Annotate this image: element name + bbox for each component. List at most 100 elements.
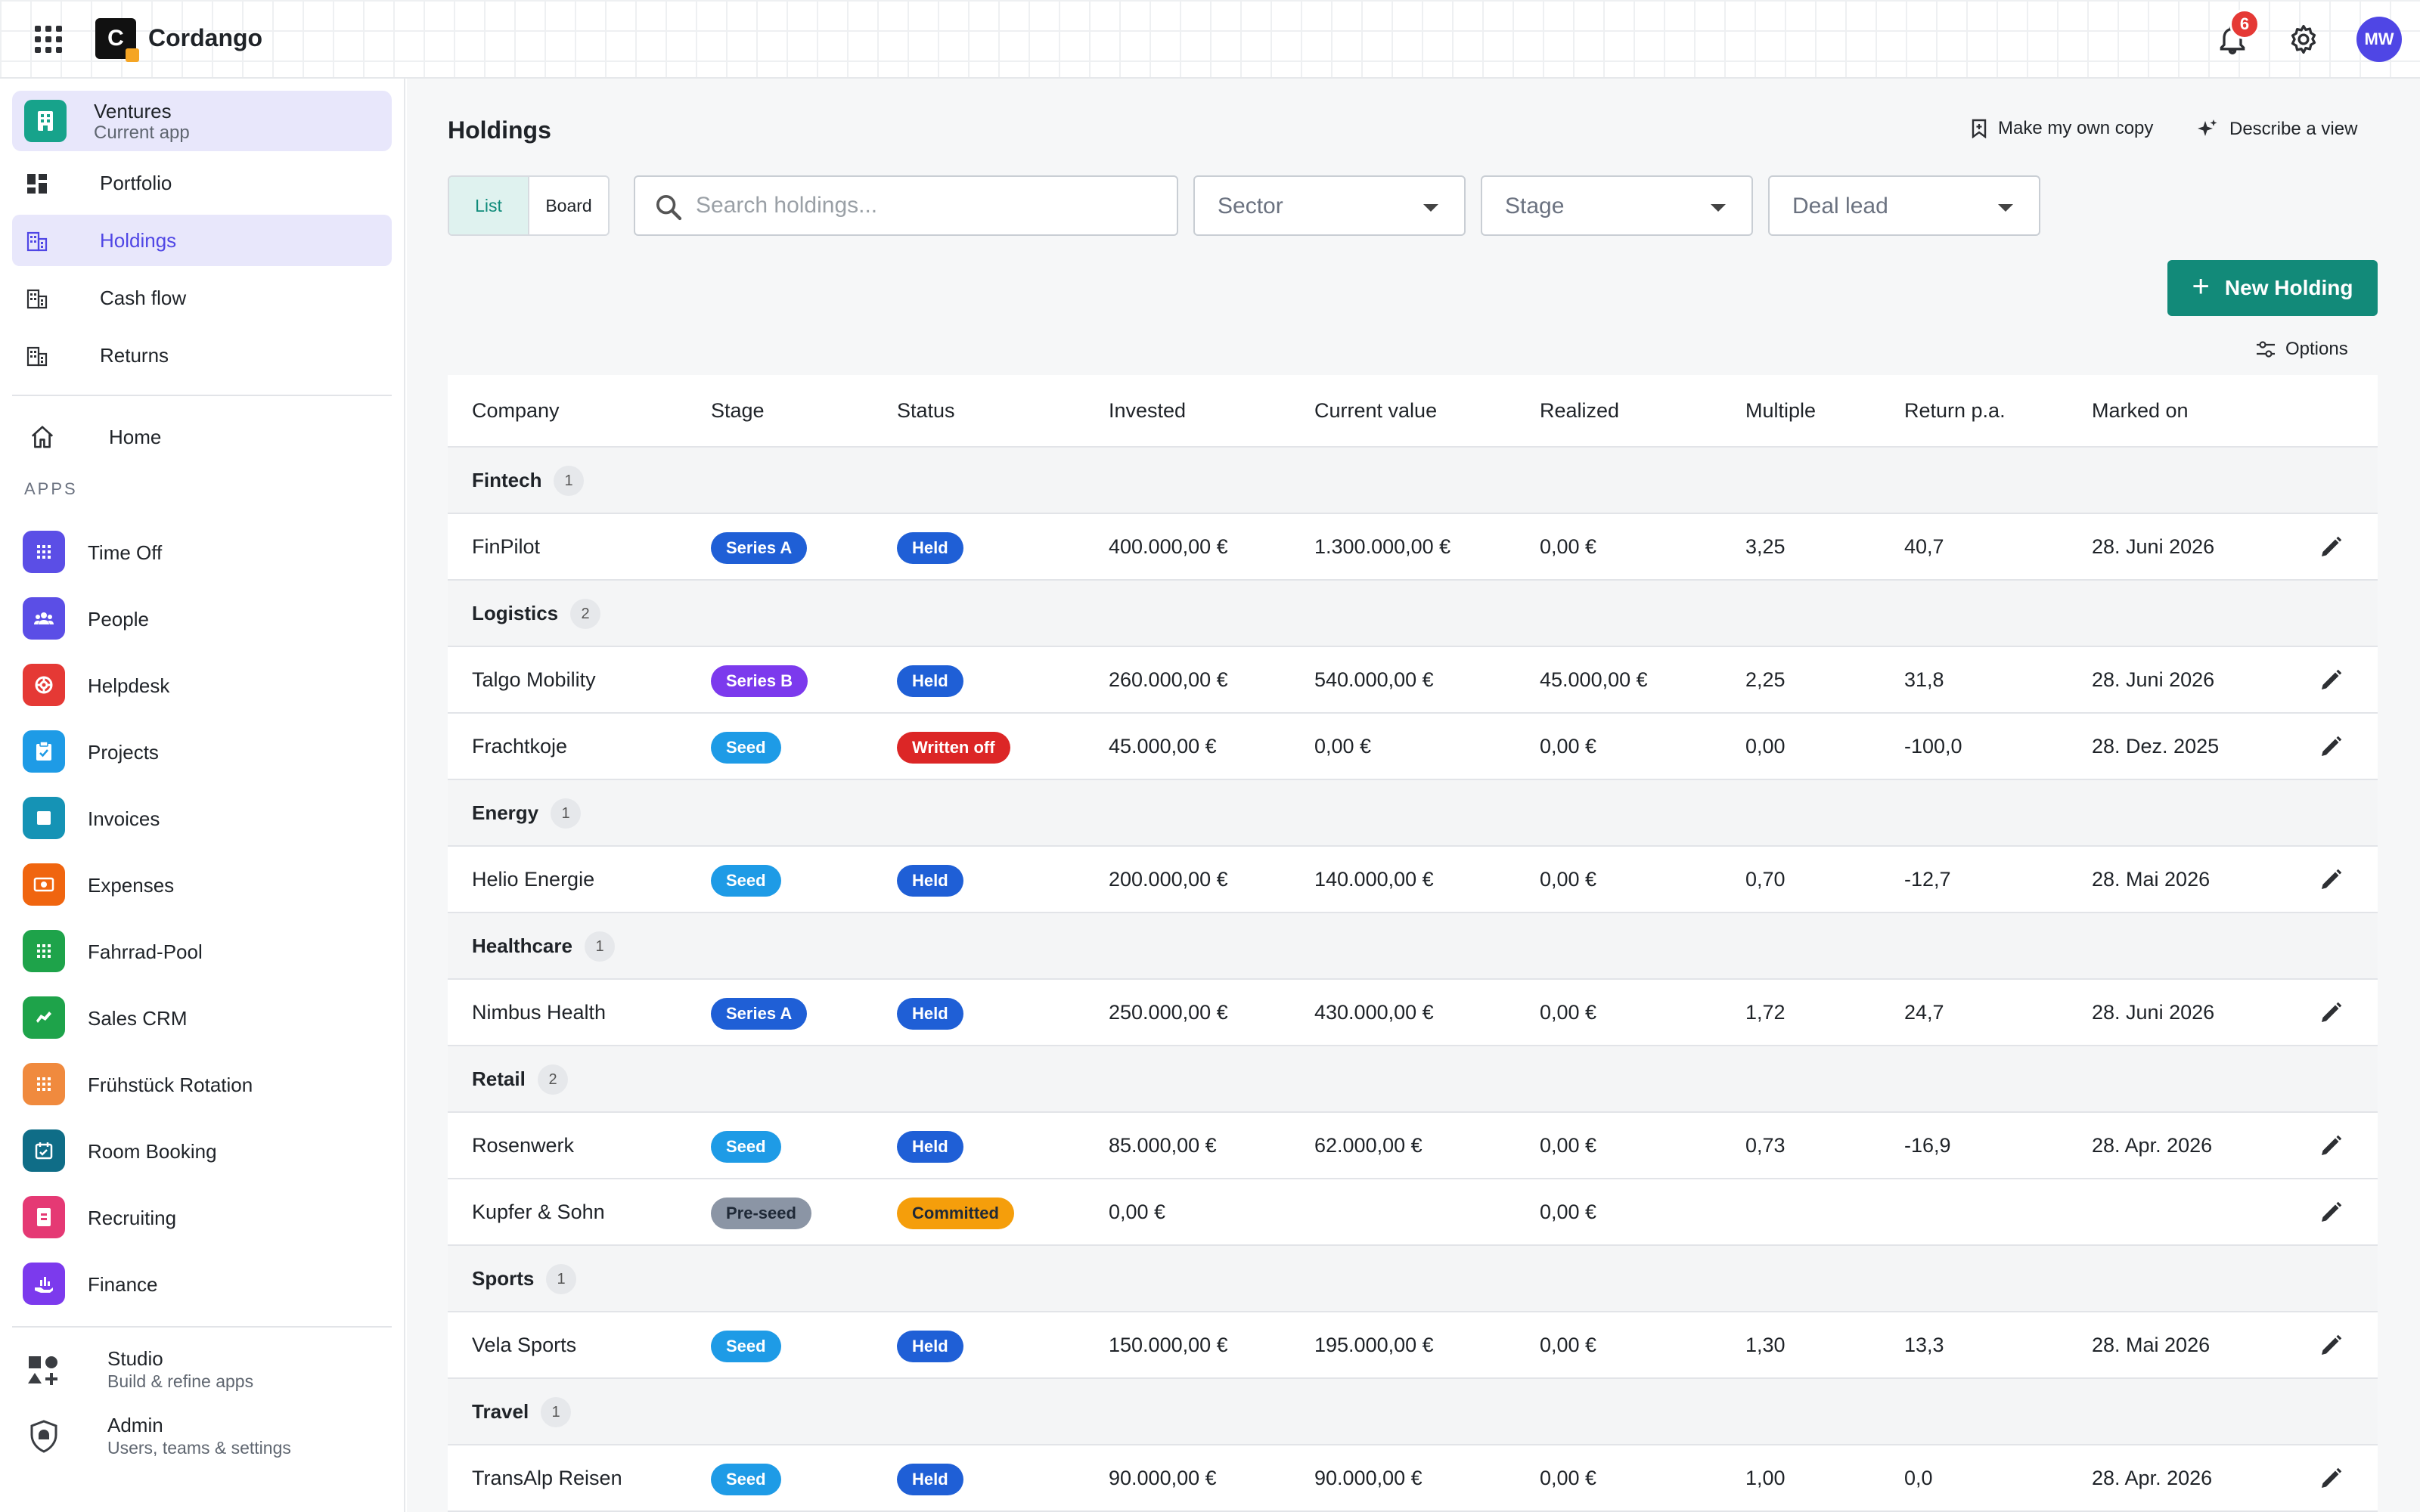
column-header[interactable]: Company [472, 399, 560, 423]
plus-icon: + [2192, 270, 2210, 303]
studio-link[interactable]: Studio Build & refine apps [23, 1343, 386, 1396]
column-header[interactable]: Realized [1540, 399, 1619, 423]
table-row[interactable]: Nimbus Health Series A Held 250.000,00 € 430… [448, 980, 2378, 1046]
multiple-cell: 1,72 [1745, 1001, 1786, 1024]
holdings-table: Company Stage Status Invested Current va… [448, 375, 2378, 1512]
handshake-icon [23, 996, 65, 1039]
admin-link[interactable]: Admin Users, teams & settings [23, 1409, 386, 1462]
company-cell: Rosenwerk [472, 1134, 575, 1157]
column-header[interactable]: Multiple [1745, 399, 1816, 423]
group-row[interactable]: Healthcare 1 [448, 913, 2378, 980]
app-item-fahrrad-pool[interactable]: Fahrrad-Pool [23, 930, 386, 972]
group-row[interactable]: Retail 2 [448, 1046, 2378, 1113]
app-item-finance[interactable]: Finance [23, 1263, 386, 1305]
invested-cell: 90.000,00 € [1109, 1467, 1217, 1489]
group-count-badge: 1 [541, 1397, 571, 1427]
group-row[interactable]: Energy 1 [448, 780, 2378, 847]
app-item-room-booking[interactable]: Room Booking [23, 1129, 386, 1172]
page-title: Holdings [448, 116, 551, 144]
group-row[interactable]: Fintech 1 [448, 448, 2378, 514]
group-count-badge: 2 [570, 599, 600, 629]
column-header[interactable]: Invested [1109, 399, 1186, 423]
column-header[interactable]: Return p.a. [1904, 399, 2006, 423]
main-content: Holdings Make my own copy Describe a vie… [407, 79, 2420, 1512]
group-row[interactable]: Logistics 2 [448, 581, 2378, 647]
group-row[interactable]: Sports 1 [448, 1246, 2378, 1312]
realized-cell: 0,00 € [1540, 1001, 1597, 1024]
column-header[interactable]: Current value [1314, 399, 1437, 423]
realized-cell: 0,00 € [1540, 868, 1597, 891]
sidebar-item-returns[interactable]: Returns [12, 330, 392, 381]
app-item-expenses[interactable]: Expenses [23, 863, 386, 906]
sparkle-icon [2198, 119, 2217, 136]
edit-pencil-icon[interactable] [2317, 1465, 2344, 1492]
options-button[interactable]: Options [2255, 339, 2348, 360]
column-header[interactable]: Status [897, 399, 955, 423]
app-item-invoices[interactable]: Invoices [23, 797, 386, 839]
app-item-label: Frühstück Rotation [88, 1074, 253, 1096]
table-row[interactable]: Frachtkoje Seed Written off 45.000,00 € 0,00… [448, 714, 2378, 780]
new-holding-button[interactable]: + New Holding [2167, 260, 2378, 316]
sidebar-item-cash-flow[interactable]: Cash flow [12, 272, 392, 324]
app-item-recruiting[interactable]: Recruiting [23, 1196, 386, 1238]
make-copy-button[interactable]: Make my own copy [1971, 118, 2153, 139]
chevron-down-icon [1711, 204, 1726, 212]
table-row[interactable]: Kupfer & Sohn Pre-seed Committed 0,00 € 0,00… [448, 1179, 2378, 1246]
app-item-time-off[interactable]: Time Off [23, 531, 386, 573]
edit-pencil-icon[interactable] [2317, 1332, 2344, 1359]
stage-badge: Pre-seed [711, 1198, 811, 1229]
table-row[interactable]: TransAlp Reisen Seed Held 90.000,00 € 90.000… [448, 1445, 2378, 1512]
return-cell: 31,8 [1904, 668, 1944, 691]
app-launcher-icon[interactable] [35, 26, 62, 53]
table-row[interactable]: Talgo Mobility Series B Held 260.000,00 € 54… [448, 647, 2378, 714]
edit-pencil-icon[interactable] [2317, 999, 2344, 1027]
app-item-projects[interactable]: Projects [23, 730, 386, 773]
app-item-label: Fahrrad-Pool [88, 940, 203, 963]
shield-icon [30, 1420, 57, 1453]
edit-pencil-icon[interactable] [2317, 667, 2344, 694]
list-view-button[interactable]: List [449, 177, 529, 234]
group-name: Logistics [472, 602, 559, 624]
edit-pencil-icon[interactable] [2317, 866, 2344, 894]
edit-pencil-icon[interactable] [2317, 1132, 2344, 1160]
app-item-helpdesk[interactable]: Helpdesk [23, 664, 386, 706]
app-item-fruehstueck-rotation[interactable]: Frühstück Rotation [23, 1063, 386, 1105]
edit-pencil-icon[interactable] [2317, 1199, 2344, 1226]
settings-gear-icon[interactable] [2284, 20, 2323, 59]
app-item-people[interactable]: People [23, 597, 386, 640]
table-row[interactable]: Rosenwerk Seed Held 85.000,00 € 62.000,00 € 0… [448, 1113, 2378, 1179]
user-avatar[interactable]: MW [2356, 17, 2402, 62]
group-row[interactable]: Travel 1 [448, 1379, 2378, 1445]
shapes-plus-icon [28, 1356, 57, 1385]
sidebar-item-holdings[interactable]: Holdings [12, 215, 392, 266]
describe-view-button[interactable]: Describe a view [2196, 118, 2357, 141]
column-header[interactable]: Stage [711, 399, 765, 423]
sidebar-item-portfolio[interactable]: Portfolio [12, 157, 392, 209]
column-header[interactable]: Marked on [2092, 399, 2189, 423]
building-icon [26, 346, 48, 367]
board-view-button[interactable]: Board [529, 177, 608, 234]
app-item-sales-crm[interactable]: Sales CRM [23, 996, 386, 1039]
edit-pencil-icon[interactable] [2317, 733, 2344, 761]
lifebuoy-icon [23, 664, 65, 706]
stage-filter-value: Stage [1505, 194, 1565, 218]
status-badge: Held [897, 1131, 963, 1163]
studio-title: Studio [107, 1347, 163, 1370]
stage-filter-select[interactable]: Stage [1481, 175, 1753, 236]
edit-pencil-icon[interactable] [2317, 534, 2344, 561]
invested-cell: 260.000,00 € [1109, 668, 1228, 691]
sidebar: Ventures Current app Portfolio Holdings … [0, 79, 405, 1512]
table-row[interactable]: Vela Sports Seed Held 150.000,00 € 195.000,0… [448, 1312, 2378, 1379]
table-row[interactable]: Helio Energie Seed Held 200.000,00 € 140.000… [448, 847, 2378, 913]
realized-cell: 0,00 € [1540, 1467, 1597, 1489]
realized-cell: 0,00 € [1540, 1201, 1597, 1223]
deal-lead-filter-select[interactable]: Deal lead [1768, 175, 2040, 236]
search-input[interactable] [696, 189, 1150, 222]
make-copy-label: Make my own copy [1998, 118, 2154, 138]
sector-filter-select[interactable]: Sector [1193, 175, 1466, 236]
current-app-card[interactable]: Ventures Current app [12, 91, 392, 151]
sidebar-item-home[interactable]: Home [12, 411, 392, 463]
table-row[interactable]: FinPilot Series A Held 400.000,00 € 1.300.00… [448, 514, 2378, 581]
stage-badge: Seed [711, 1131, 781, 1163]
status-badge: Held [897, 1331, 963, 1362]
